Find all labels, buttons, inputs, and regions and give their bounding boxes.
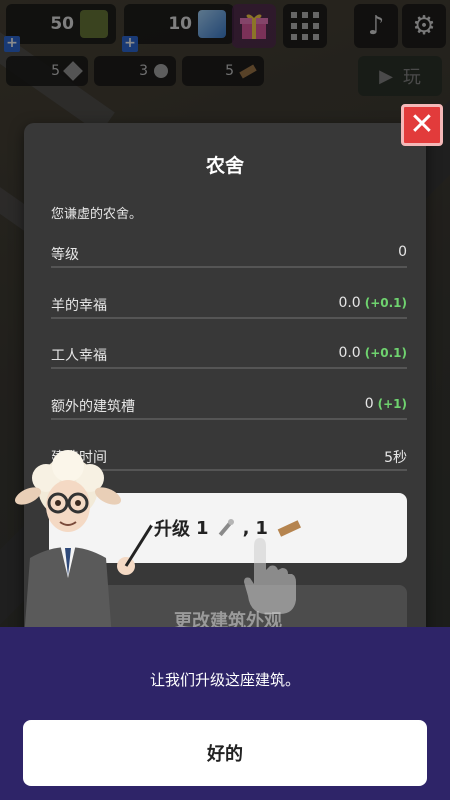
stat-label: 工人幸福 xyxy=(51,348,107,364)
tap-hand-icon xyxy=(244,538,296,614)
stat-delta: (+1) xyxy=(377,397,407,411)
stat-value: 0 xyxy=(398,244,407,260)
upgrade-cost-tool: 1 xyxy=(196,517,209,539)
stat-delta: (+0.1) xyxy=(364,346,407,360)
stat-label: 额外的建筑槽 xyxy=(51,399,135,415)
building-description: 您谦虚的农舍。 xyxy=(51,207,143,222)
stat-value: 0 xyxy=(364,396,374,412)
stat-value: 5秒 xyxy=(384,450,407,466)
stat-label: 等级 xyxy=(51,247,79,263)
sheep-mentor-character xyxy=(14,450,156,638)
stat-value: 0.0 xyxy=(338,295,361,311)
close-button[interactable]: ✕ xyxy=(401,104,443,146)
stat-row-level: 等级 0 xyxy=(51,244,407,268)
tutorial-panel: 让我们升级这座建筑。 好的 xyxy=(0,627,450,800)
upgrade-label: 升级 xyxy=(154,519,191,540)
dialog-title: 农舍 xyxy=(205,155,244,177)
wrench-icon xyxy=(218,519,234,537)
stat-row-sheep-happiness: 羊的幸福 0.0 (+0.1) xyxy=(51,295,407,319)
stat-delta: (+0.1) xyxy=(364,296,407,310)
tutorial-message: 让我们升级这座建筑。 xyxy=(149,671,300,689)
stat-value: 0.0 xyxy=(338,345,361,361)
close-icon: ✕ xyxy=(409,107,435,142)
ok-button[interactable]: 好的 xyxy=(23,720,427,786)
stat-row-worker-happiness: 工人幸福 0.0 (+0.1) xyxy=(51,345,407,369)
stat-label: 羊的幸福 xyxy=(51,298,107,314)
stat-row-extra-building-slot: 额外的建筑槽 0 (+1) xyxy=(51,396,407,420)
